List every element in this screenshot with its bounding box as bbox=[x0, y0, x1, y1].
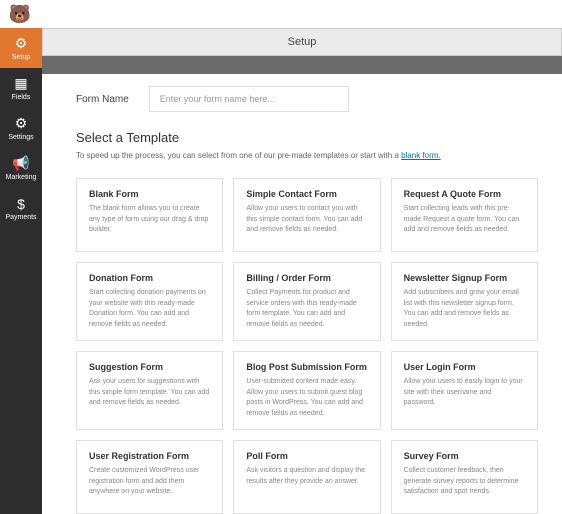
template-card[interactable]: Request A Quote Form Start collecting lea… bbox=[391, 178, 538, 252]
template-card-desc: Start collecting leads with this pre-mad… bbox=[404, 204, 525, 236]
template-card-title: Poll Form bbox=[246, 451, 367, 461]
template-card[interactable]: Billing / Order Form Collect Payments for… bbox=[233, 262, 380, 341]
sidebar-item-marketing[interactable]: 📢 Marketing bbox=[0, 148, 42, 188]
form-name-input[interactable] bbox=[149, 86, 349, 112]
form-name-row: Form Name bbox=[60, 74, 554, 130]
page-title: Setup bbox=[288, 36, 317, 48]
template-card-title: Simple Contact Form bbox=[246, 189, 367, 199]
template-card-title: Billing / Order Form bbox=[246, 273, 367, 283]
template-card-desc: Allow your users to easily login to your… bbox=[404, 377, 525, 409]
topbar: Setup bbox=[42, 28, 562, 56]
template-card-title: User Registration Form bbox=[89, 451, 210, 461]
sidebar-item-label: Setup bbox=[12, 54, 30, 61]
template-card[interactable]: Suggestion Form Ask your users for sugges… bbox=[76, 351, 223, 430]
template-card[interactable]: User Registration Form Create customized … bbox=[76, 440, 223, 514]
logo: 🐻 bbox=[0, 0, 40, 28]
sidebar-item-fields[interactable]: ▦ Fields bbox=[0, 68, 42, 108]
sidebar-item-setup[interactable]: ⚙ Setup bbox=[0, 28, 42, 68]
blank-form-link[interactable]: blank form. bbox=[401, 151, 441, 160]
template-card-title: Request A Quote Form bbox=[404, 189, 525, 199]
template-card-title: Blank Form bbox=[89, 189, 210, 199]
template-card-title: Newsletter Signup Form bbox=[404, 273, 525, 283]
template-card[interactable]: Blog Post Submission Form User-submitted … bbox=[233, 351, 380, 430]
template-card-title: Donation Form bbox=[89, 273, 210, 283]
template-card[interactable]: Newsletter Signup Form Add subscribers an… bbox=[391, 262, 538, 341]
template-subtitle: To speed up the process, you can select … bbox=[76, 151, 538, 160]
template-card-desc: Collect Payments for product and service… bbox=[246, 288, 367, 330]
megaphone-icon: 📢 bbox=[12, 155, 29, 172]
gear-icon: ⚙ bbox=[15, 35, 28, 52]
sidebar: ⚙ Setup ▦ Fields ⚙ Settings 📢 Marketing … bbox=[0, 28, 42, 514]
template-card-title: Survey Form bbox=[404, 451, 525, 461]
template-card[interactable]: Donation Form Start collecting donation p… bbox=[76, 262, 223, 341]
template-card-title: User Login Form bbox=[404, 362, 525, 372]
form-name-label: Form Name bbox=[76, 94, 129, 105]
template-card-desc: Start collecting donation payments on yo… bbox=[89, 288, 210, 330]
template-card-desc: Allow your users to contact you with thi… bbox=[246, 204, 367, 236]
template-card-title: Suggestion Form bbox=[89, 362, 210, 372]
template-card-desc: User-submitted content made easy. Allow … bbox=[246, 377, 367, 419]
template-card-desc: Add subscribers and grow your email list… bbox=[404, 288, 525, 330]
sidebar-item-label: Settings bbox=[8, 134, 33, 141]
template-card-desc: Collect customer feedback, then generate… bbox=[404, 466, 525, 498]
template-title: Select a Template bbox=[76, 130, 538, 145]
template-card[interactable]: User Login Form Allow your users to easil… bbox=[391, 351, 538, 430]
sidebar-item-label: Marketing bbox=[6, 174, 37, 181]
sidebar-item-payments[interactable]: $ Payments bbox=[0, 188, 42, 228]
template-card-title: Blog Post Submission Form bbox=[246, 362, 367, 372]
template-card-desc: Create customized WordPress user registr… bbox=[89, 466, 210, 498]
template-grid: Blank Form The blank form allows you to c… bbox=[60, 166, 554, 514]
template-card[interactable]: Poll Form Ask visitors a question and dis… bbox=[233, 440, 380, 514]
sidebar-item-settings[interactable]: ⚙ Settings bbox=[0, 108, 42, 148]
template-header: Select a Template To speed up the proces… bbox=[60, 130, 554, 166]
template-card-desc: The blank form allows you to create any … bbox=[89, 204, 210, 236]
sliders-icon: ⚙ bbox=[15, 115, 28, 132]
template-card[interactable]: Simple Contact Form Allow your users to c… bbox=[233, 178, 380, 252]
dollar-icon: $ bbox=[17, 196, 25, 212]
template-card[interactable]: Survey Form Collect customer feedback, th… bbox=[391, 440, 538, 514]
sidebar-item-label: Payments bbox=[5, 214, 36, 221]
template-card[interactable]: Blank Form The blank form allows you to c… bbox=[76, 178, 223, 252]
sidebar-item-label: Fields bbox=[12, 94, 31, 101]
content-border bbox=[42, 56, 562, 74]
grid-icon: ▦ bbox=[14, 75, 27, 92]
content-area: Form Name Select a Template To speed up … bbox=[60, 74, 554, 514]
template-card-desc: Ask visitors a question and display the … bbox=[246, 466, 367, 487]
template-card-desc: Ask your users for suggestions with this… bbox=[89, 377, 210, 409]
